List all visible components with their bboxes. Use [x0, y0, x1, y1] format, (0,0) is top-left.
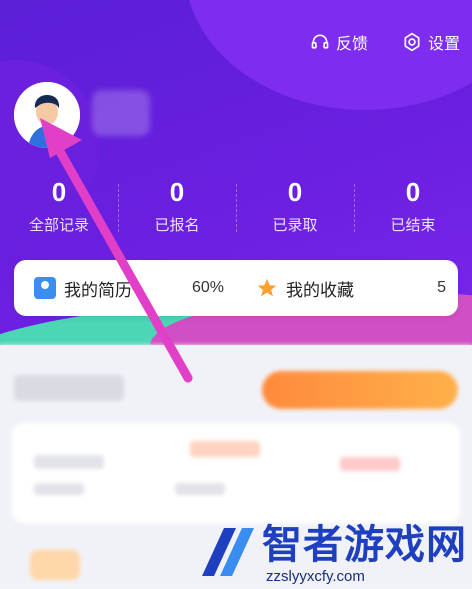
stat-value: 0 [51, 177, 67, 207]
stat-label: 全部记录 [28, 217, 89, 234]
settings-label: 设置 [427, 36, 460, 53]
user-avatar-icon [14, 82, 80, 148]
my-resume-label: 我的简历 [64, 280, 132, 300]
text-placeholder [175, 483, 225, 495]
avatar[interactable] [14, 82, 80, 148]
favorites-count: 5 [437, 279, 446, 296]
site-watermark: 智者游戏网 zzslyyxcfy.com [196, 518, 472, 589]
feedback-button[interactable]: 反馈 [310, 30, 368, 54]
stat-ended[interactable]: 0 已结束 [354, 176, 472, 240]
top-bar: 反馈 设置 [310, 30, 460, 54]
header-decoration [185, 0, 472, 110]
site-logo-icon [202, 528, 254, 576]
star-icon [257, 278, 277, 297]
resume-icon [34, 277, 56, 299]
feedback-label: 反馈 [335, 36, 368, 53]
watermark-url: zzslyyxcfy.com [266, 568, 365, 585]
stat-value: 0 [169, 177, 185, 207]
stats-row: 0 全部记录 0 已报名 0 已录取 0 已结束 [0, 176, 472, 240]
stat-label: 已录取 [272, 217, 318, 234]
promo-button-placeholder[interactable] [262, 371, 458, 409]
settings-button[interactable]: 设置 [402, 30, 460, 54]
text-placeholder [340, 457, 400, 471]
text-placeholder [34, 455, 104, 469]
stat-admitted[interactable]: 0 已录取 [236, 176, 354, 240]
headset-icon [311, 34, 329, 49]
stat-value: 0 [405, 177, 421, 207]
stat-label: 已结束 [390, 217, 436, 234]
watermark-title: 智者游戏网 [262, 523, 467, 567]
stat-value: 0 [287, 177, 303, 207]
text-placeholder [190, 441, 260, 457]
my-resume-item[interactable]: 我的简历 60% [14, 276, 236, 301]
section-title-placeholder [14, 375, 124, 401]
username-blurred [92, 90, 150, 136]
image-placeholder [30, 550, 80, 580]
resume-completion: 60% [191, 279, 224, 296]
resume-favorites-card: 我的简历 60% 我的收藏 5 [14, 260, 458, 316]
stat-registered[interactable]: 0 已报名 [118, 176, 236, 240]
content-panel [12, 423, 460, 523]
stat-all-records[interactable]: 0 全部记录 [0, 176, 118, 240]
text-placeholder [34, 483, 84, 495]
my-favorites-label: 我的收藏 [286, 280, 354, 300]
my-favorites-item[interactable]: 我的收藏 5 [236, 276, 458, 301]
gear-icon [404, 32, 420, 52]
stat-label: 已报名 [154, 217, 200, 234]
